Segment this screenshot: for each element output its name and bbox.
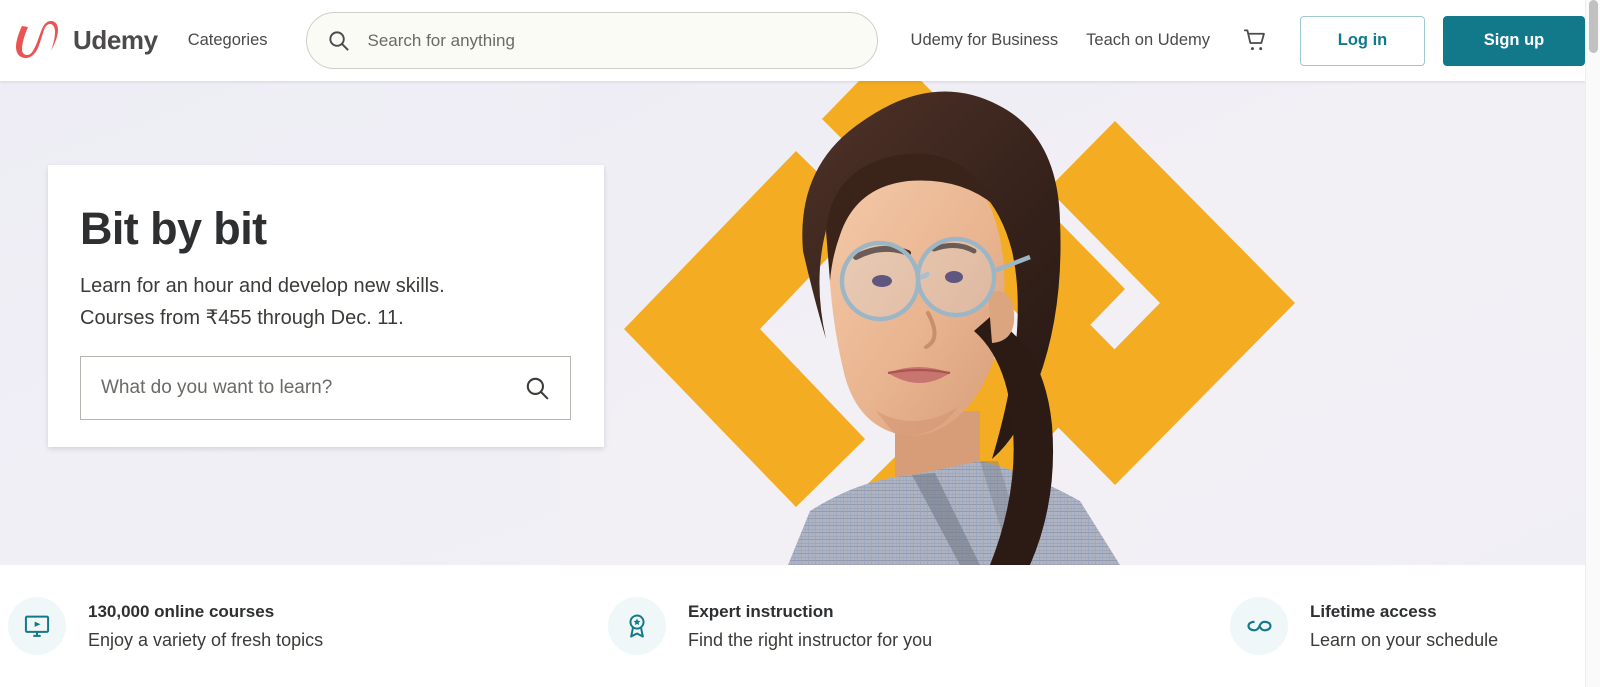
hero-subtitle-line-2: Courses from ₹455 through Dec. 11. xyxy=(80,306,404,329)
udemy-homepage: Udemy Categories Udemy for Business Teac… xyxy=(0,0,1600,687)
login-button[interactable]: Log in xyxy=(1300,15,1425,66)
scrollbar-thumb[interactable] xyxy=(1589,0,1598,53)
feature-icon-wrapper xyxy=(1230,597,1288,655)
header-search-input[interactable] xyxy=(367,30,857,51)
feature-item-online-courses: 130,000 online courses Enjoy a variety o… xyxy=(8,597,608,655)
feature-title: 130,000 online courses xyxy=(88,602,275,622)
shopping-cart-icon xyxy=(1243,29,1265,51)
udemy-u-swoosh-icon xyxy=(16,20,58,58)
feature-description: Learn on your schedule xyxy=(1310,629,1499,650)
udemy-wordmark: Udemy xyxy=(73,25,158,55)
feature-bar: 130,000 online courses Enjoy a variety o… xyxy=(0,565,1585,687)
feature-item-lifetime-access: Lifetime access Learn on your schedule xyxy=(1230,597,1560,655)
hero-search-input[interactable] xyxy=(101,377,520,400)
feature-icon-wrapper xyxy=(608,597,666,655)
hero-search-bar[interactable] xyxy=(80,356,571,421)
hero-illustration xyxy=(560,81,1585,565)
hero-title: Bit by bit xyxy=(80,203,267,254)
infinity-icon xyxy=(1247,620,1272,632)
monitor-play-icon xyxy=(24,615,50,637)
search-icon xyxy=(526,378,549,400)
search-icon xyxy=(328,31,349,51)
page-scrollbar[interactable] xyxy=(1585,0,1600,687)
hero-subtitle: Learn for an hour and develop new skills… xyxy=(80,270,570,335)
award-ribbon-icon xyxy=(629,614,645,638)
udemy-logo[interactable]: Udemy xyxy=(14,20,158,61)
nav-categories[interactable]: Categories xyxy=(188,31,268,50)
header-search-bar[interactable] xyxy=(305,12,878,69)
feature-text: Expert instruction Find the right instru… xyxy=(688,599,932,653)
feature-text: 130,000 online courses Enjoy a variety o… xyxy=(88,599,323,653)
feature-text: Lifetime access Learn on your schedule xyxy=(1310,599,1498,653)
hero-section: Bit by bit Learn for an hour and develop… xyxy=(0,81,1585,565)
feature-item-expert-instruction: Expert instruction Find the right instru… xyxy=(608,597,1230,655)
cart-button[interactable] xyxy=(1238,24,1272,58)
feature-icon-wrapper xyxy=(8,597,66,655)
hero-card: Bit by bit Learn for an hour and develop… xyxy=(48,165,604,447)
site-header: Udemy Categories Udemy for Business Teac… xyxy=(0,0,1585,81)
hero-search-submit-button[interactable] xyxy=(520,371,554,405)
nav-teach-on-udemy[interactable]: Teach on Udemy xyxy=(1086,31,1210,50)
signup-button[interactable]: Sign up xyxy=(1443,15,1585,66)
nav-udemy-for-business[interactable]: Udemy for Business xyxy=(911,31,1059,50)
hero-photo xyxy=(560,81,1585,565)
feature-title: Lifetime access xyxy=(1310,602,1437,622)
feature-description: Find the right instructor for you xyxy=(688,629,933,650)
hero-subtitle-line-1: Learn for an hour and develop new skills… xyxy=(80,274,445,297)
feature-description: Enjoy a variety of fresh topics xyxy=(88,629,324,650)
header-actions: Udemy for Business Teach on Udemy Log in… xyxy=(911,15,1585,66)
feature-title: Expert instruction xyxy=(688,602,834,622)
